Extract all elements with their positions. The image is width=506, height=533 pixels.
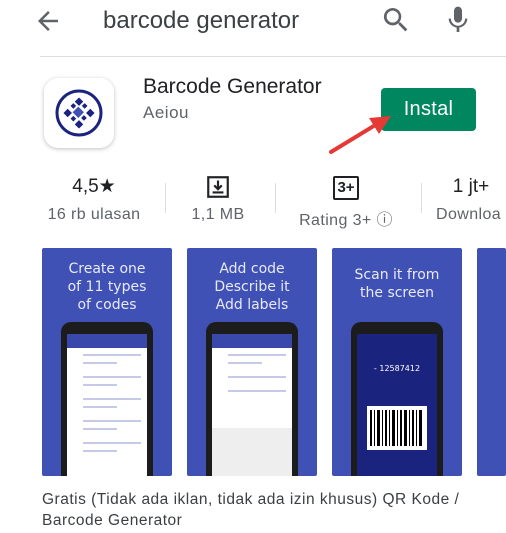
download-count: 1 jt+: [452, 176, 490, 197]
screenshot-caption: Add code Describe it Add labels: [214, 261, 290, 313]
screenshot-caption: Create one of 11 types of codes: [67, 261, 147, 313]
screenshot-1[interactable]: Create one of 11 types of codes: [42, 248, 172, 476]
app-size: 1,1 MB: [191, 206, 245, 223]
red-arrow-annotation-icon: [329, 116, 391, 154]
phone-mockup: [206, 322, 298, 476]
screenshot-caption: Scan it from the screen: [354, 267, 440, 301]
back-arrow-icon[interactable]: [33, 6, 63, 36]
search-divider: [40, 56, 506, 57]
app-short-description: Gratis (Tidak ada iklan, tidak ada izin …: [42, 491, 460, 529]
download-icon: [207, 176, 229, 198]
content-rating-label: Rating 3+ ⓘ: [299, 212, 393, 229]
review-count: 16 rb ulasan: [47, 206, 141, 223]
app-developer[interactable]: Aeiou: [143, 103, 189, 123]
search-query[interactable]: barcode generator: [103, 6, 299, 36]
phone-mockup: - 12587412: [351, 322, 443, 476]
scanned-code-text: - 12587412: [373, 364, 421, 373]
screenshot-4-partial[interactable]: [477, 248, 506, 476]
qr-logo-icon: [55, 89, 103, 137]
stat-divider: [165, 183, 166, 213]
stat-rating[interactable]: 4,5★ 16 rb ulasan: [44, 172, 144, 224]
rating-value: 4,5★: [72, 176, 116, 197]
app-icon[interactable]: [44, 78, 114, 148]
barcode-icon: [367, 406, 427, 450]
content-rating-badge: 3+: [333, 176, 359, 200]
screenshot-2[interactable]: Add code Describe it Add labels: [187, 248, 317, 476]
stat-size: 1,1 MB: [180, 172, 256, 224]
install-button[interactable]: Instal: [381, 88, 476, 131]
stat-content-rating[interactable]: 3+ Rating 3+ ⓘ: [290, 172, 402, 230]
stat-downloads: 1 jt+ Downloa: [436, 172, 506, 224]
search-icon[interactable]: [380, 4, 412, 36]
app-title[interactable]: Barcode Generator: [143, 75, 322, 99]
screenshot-3[interactable]: Scan it from the screen - 12587412: [332, 248, 462, 476]
phone-mockup: [61, 322, 153, 476]
stat-divider: [275, 183, 276, 213]
microphone-icon[interactable]: [442, 4, 474, 36]
downloads-label: Downloa: [436, 206, 502, 223]
stat-divider: [421, 183, 422, 213]
search-bar: barcode generator: [0, 0, 506, 48]
